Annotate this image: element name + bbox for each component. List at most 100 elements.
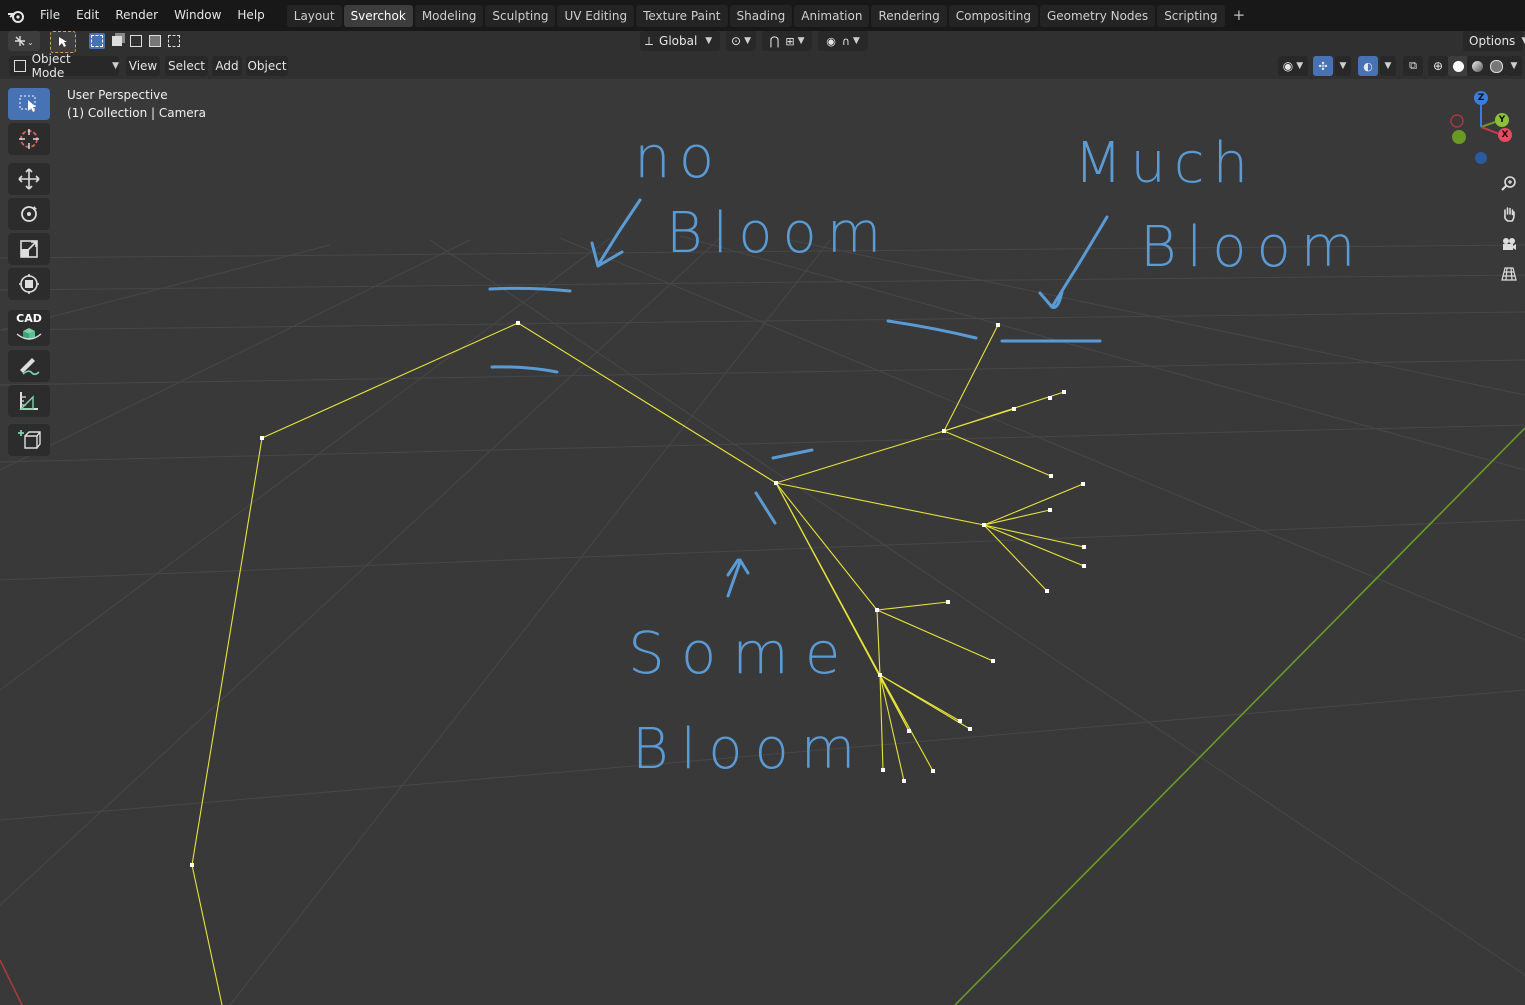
scale-tool-icon[interactable]: [8, 233, 50, 265]
chevron-down-icon: ▼: [1384, 61, 1392, 71]
menu-help[interactable]: Help: [229, 0, 272, 31]
object-mode-label: Object Mode: [31, 52, 71, 80]
cad-transform-icon[interactable]: CAD: [8, 310, 50, 346]
chevron-down-icon: ▼: [1296, 61, 1304, 71]
annotate-tool-icon[interactable]: [8, 350, 50, 382]
chevron-down-icon: ▼: [705, 36, 713, 46]
annotation-no-bloom-word: Bloom: [666, 201, 892, 266]
tab-sculpting[interactable]: Sculpting: [485, 4, 556, 27]
cursor-tool-icon[interactable]: [8, 123, 50, 155]
pivot-icon: ⊙: [731, 34, 742, 48]
camera-view-icon[interactable]: [1496, 231, 1522, 257]
shading-dropdown[interactable]: ▼: [1506, 56, 1522, 76]
overlays-dropdown[interactable]: ▼: [1380, 56, 1396, 76]
orientation-icon: ⟂: [645, 33, 654, 48]
select-mode-intersect-icon[interactable]: [166, 33, 182, 49]
menu-edit[interactable]: Edit: [68, 0, 107, 31]
svg-text:⌄: ⌄: [27, 38, 34, 47]
tab-geometry-nodes[interactable]: Geometry Nodes: [1039, 4, 1156, 27]
pivot-point-dropdown[interactable]: ⊙ ▼: [726, 31, 756, 51]
orientation-label: Global: [659, 34, 698, 48]
zoom-icon[interactable]: [1496, 170, 1522, 196]
tool-settings-bar: ⌄ ⟂ Global ▼ ⊙ ▼ ⋂ ⊞ ▼ ◉ ∩ ▼ Options ▼: [0, 31, 1525, 53]
material-shading-icon[interactable]: [1467, 56, 1487, 76]
snap-grid-icon: ⊞: [785, 34, 795, 48]
object-menu[interactable]: Object: [246, 56, 288, 76]
add-workspace-icon[interactable]: +: [1227, 5, 1252, 27]
rendered-shading-icon[interactable]: [1486, 56, 1506, 76]
select-box-tool-icon[interactable]: [50, 31, 76, 53]
collection-info-label: (1) Collection | Camera: [67, 106, 206, 120]
select-mode-invert-icon[interactable]: [147, 33, 163, 49]
eye-icon: ◉: [1282, 59, 1294, 73]
x-axis-line: [0, 959, 23, 1005]
xray-toggle-icon[interactable]: ⧉: [1403, 56, 1423, 76]
workspace-tabs: Layout Sverchok Modeling Sculpting UV Ed…: [286, 0, 1252, 31]
gizmo-z-label[interactable]: Z: [1474, 91, 1488, 105]
gizmo-y-label[interactable]: Y: [1495, 113, 1509, 127]
view-menu[interactable]: View: [126, 56, 160, 76]
menu-render[interactable]: Render: [107, 0, 166, 31]
solid-shading-icon[interactable]: [1448, 56, 1468, 76]
menu-file[interactable]: File: [32, 0, 68, 31]
tab-compositing[interactable]: Compositing: [948, 4, 1038, 27]
chevron-down-icon: ▼: [1510, 61, 1518, 71]
annotation-much-bloom-word: Bloom: [1140, 215, 1366, 280]
snap-dropdown[interactable]: ⋂ ⊞ ▼: [762, 31, 812, 51]
wire-tree-vertices: [190, 321, 1086, 867]
visibility-dropdown[interactable]: ◉ ▼: [1278, 56, 1308, 76]
editor-type-button[interactable]: ⌄: [8, 31, 40, 51]
select-mode-extend-icon[interactable]: [109, 33, 125, 49]
tab-uv-editing[interactable]: UV Editing: [557, 4, 635, 27]
annotation-some: Some: [628, 619, 857, 687]
measure-tool-icon[interactable]: [8, 385, 50, 417]
add-menu-label: Add: [215, 59, 239, 73]
proportional-editing-icon: ◉: [826, 34, 836, 48]
view-menu-label: View: [128, 59, 158, 73]
blender-logo-icon[interactable]: [0, 0, 32, 31]
perspective-toggle-icon[interactable]: [1496, 261, 1522, 287]
menu-window[interactable]: Window: [166, 0, 229, 31]
magnet-icon: ⋂: [769, 34, 780, 48]
proportional-editing-dropdown[interactable]: ◉ ∩ ▼: [818, 31, 868, 51]
select-menu[interactable]: Select: [165, 56, 208, 76]
overlays-toggle-icon[interactable]: ◐: [1358, 56, 1378, 76]
tab-texture-paint[interactable]: Texture Paint: [636, 4, 728, 27]
navigation-gizmo[interactable]: Z Y X: [1442, 87, 1522, 169]
gizmo-x-label[interactable]: X: [1498, 128, 1512, 142]
select-mode-subtract-icon[interactable]: [128, 33, 144, 49]
options-dropdown[interactable]: Options ▼: [1463, 31, 1525, 51]
y-axis-line: [954, 427, 1525, 1005]
wireframe-shading-icon[interactable]: ⊕: [1428, 56, 1448, 76]
rotate-tool-icon[interactable]: [8, 198, 50, 230]
viewport-header: Object Mode ▼ View Select Add Object ◉ ▼ …: [0, 52, 1525, 80]
chevron-down-icon: ▼: [1521, 36, 1525, 46]
gizmo-toggle-icon[interactable]: ✣: [1313, 56, 1333, 76]
object-mode-dropdown[interactable]: Object Mode ▼: [9, 52, 119, 80]
tab-sverchok[interactable]: Sverchok: [343, 4, 413, 27]
tab-shading[interactable]: Shading: [729, 4, 793, 27]
add-menu[interactable]: Add: [212, 56, 242, 76]
transform-tool-icon[interactable]: [8, 268, 50, 300]
add-cube-tool-icon[interactable]: [8, 424, 50, 456]
object-menu-label: Object: [247, 59, 287, 73]
cad-label: CAD: [16, 312, 42, 325]
tab-rendering[interactable]: Rendering: [871, 4, 947, 27]
tab-animation[interactable]: Animation: [794, 4, 870, 27]
view-name-label: User Perspective: [67, 88, 168, 102]
chevron-down-icon: ▼: [112, 61, 119, 71]
tab-modeling[interactable]: Modeling: [414, 4, 484, 27]
annotation-no: no: [634, 123, 723, 191]
pan-hand-icon[interactable]: [1496, 201, 1522, 227]
transform-orientation-dropdown[interactable]: ⟂ Global ▼: [640, 31, 720, 51]
3d-viewport[interactable]: no Bloom Much Bloom Some Bloom User Pers…: [0, 79, 1525, 1005]
options-label: Options: [1469, 34, 1516, 48]
select-box-icon[interactable]: [8, 88, 50, 120]
select-mode-new-icon[interactable]: [89, 33, 105, 49]
chevron-down-icon: ▼: [852, 36, 860, 46]
tab-layout[interactable]: Layout: [286, 4, 342, 27]
chevron-down-icon: ▼: [1339, 61, 1347, 71]
move-tool-icon[interactable]: [8, 163, 50, 195]
gizmo-dropdown[interactable]: ▼: [1335, 56, 1351, 76]
tab-scripting[interactable]: Scripting: [1157, 4, 1225, 27]
